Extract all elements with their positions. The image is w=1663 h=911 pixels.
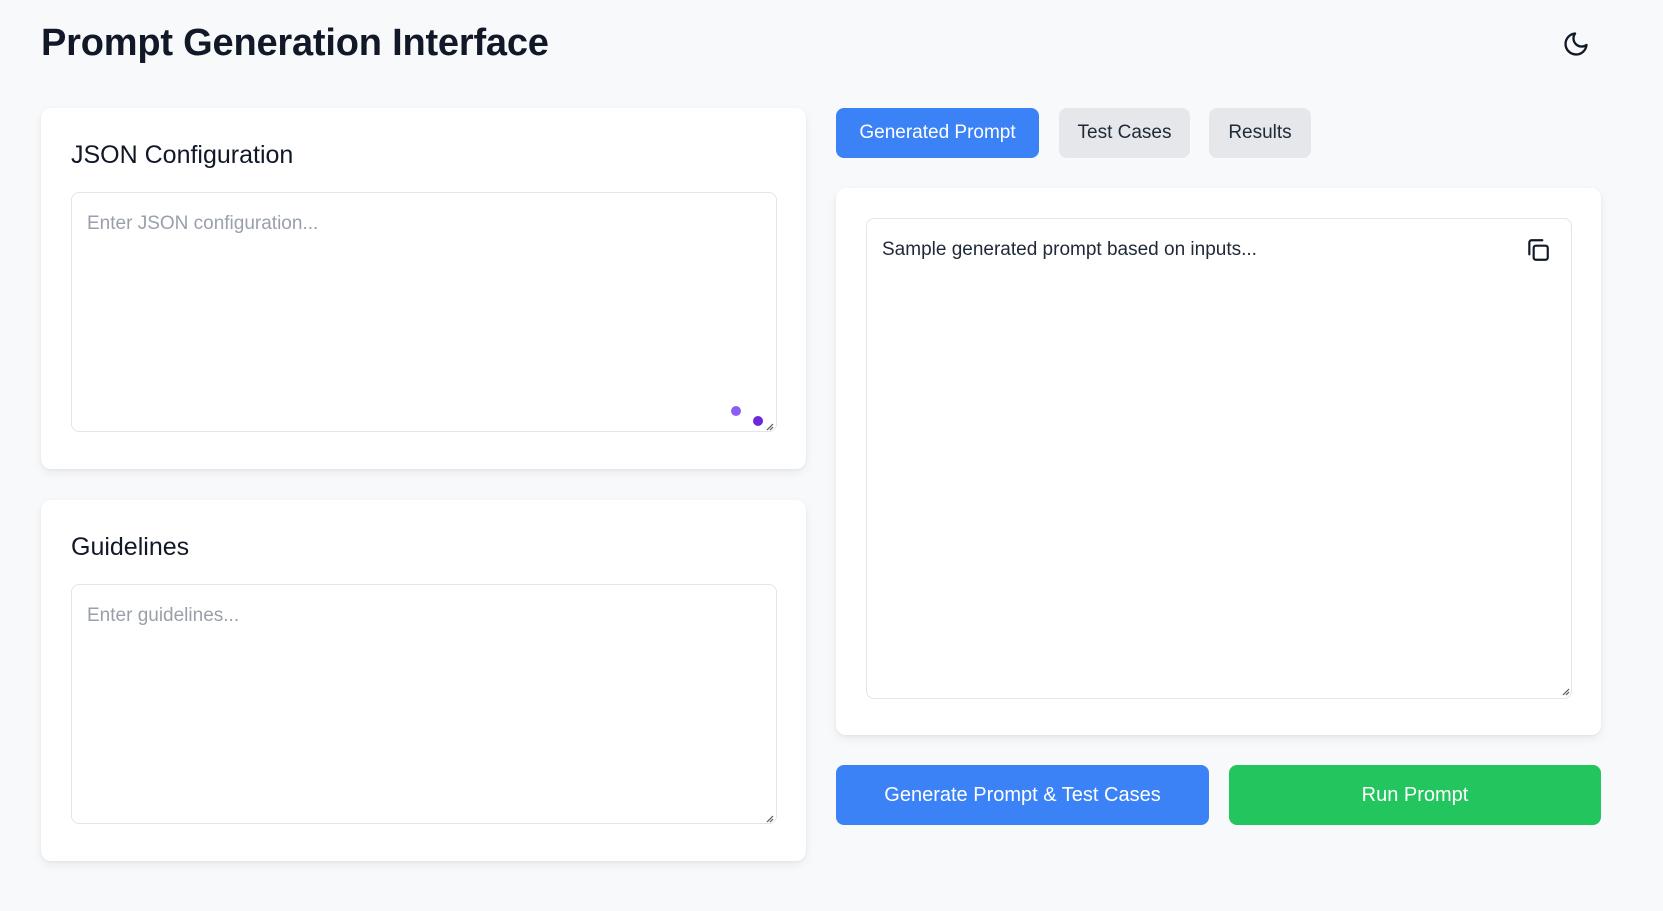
indicator-dot [731, 406, 741, 416]
indicator-dot [753, 416, 763, 426]
json-configuration-card: JSON Configuration [41, 108, 806, 469]
tab-test-cases[interactable]: Test Cases [1059, 108, 1190, 158]
resize-grip-icon[interactable] [764, 421, 774, 431]
resize-grip-icon[interactable] [764, 813, 774, 823]
generate-prompt-test-cases-button[interactable]: Generate Prompt & Test Cases [836, 765, 1209, 825]
guidelines-card: Guidelines [41, 500, 806, 861]
theme-toggle-button[interactable] [1556, 24, 1596, 64]
generated-prompt-text: Sample generated prompt based on inputs.… [882, 239, 1257, 260]
json-configuration-input[interactable] [71, 192, 777, 432]
run-prompt-button[interactable]: Run Prompt [1229, 765, 1601, 825]
moon-icon [1564, 32, 1588, 56]
tab-results[interactable]: Results [1209, 108, 1311, 158]
copy-icon [1528, 239, 1549, 261]
page-title: Prompt Generation Interface [41, 22, 549, 64]
copy-button[interactable] [1523, 235, 1553, 265]
guidelines-title: Guidelines [71, 533, 190, 561]
json-configuration-title: JSON Configuration [71, 141, 294, 169]
tab-generated-prompt[interactable]: Generated Prompt [836, 108, 1039, 158]
page: Prompt Generation Interface JSON Configu… [0, 0, 1663, 911]
guidelines-input[interactable] [71, 584, 777, 824]
generated-prompt-card: Sample generated prompt based on inputs.… [836, 188, 1601, 735]
resize-grip-icon[interactable] [1560, 686, 1570, 696]
generated-prompt-output[interactable]: Sample generated prompt based on inputs.… [866, 218, 1572, 699]
